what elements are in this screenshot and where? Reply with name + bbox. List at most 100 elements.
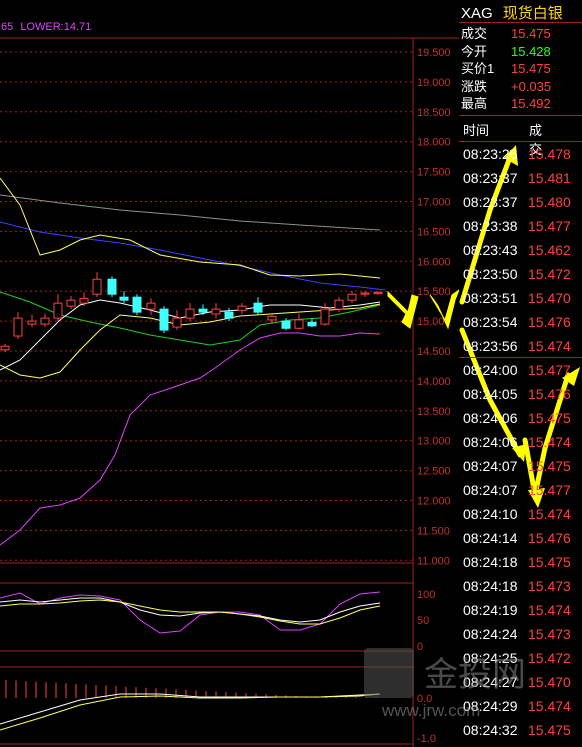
boll-upper-yellow bbox=[0, 177, 381, 279]
tick-time: 08:23:51 bbox=[463, 290, 518, 306]
quote-label: 最高 bbox=[461, 96, 488, 111]
tick-price: 15.477 bbox=[528, 218, 571, 234]
chart-area[interactable]: 19.500 19.000 18.500 18.000 17.500 17.000 16.5… bbox=[0, 0, 459, 747]
candle-down bbox=[132, 296, 142, 313]
tick-price: 15.475 bbox=[528, 410, 571, 426]
candle-down bbox=[224, 311, 234, 319]
tick-price: 15.462 bbox=[528, 242, 571, 258]
tick-price: 15.481 bbox=[528, 170, 571, 186]
tick-time: 08:24:32 bbox=[463, 722, 518, 738]
tick-row[interactable]: 08:23:51 15.470 bbox=[463, 286, 581, 310]
tick-row[interactable]: 08:24:06 15.474 bbox=[463, 430, 581, 454]
candle-up bbox=[172, 317, 182, 328]
tick-row[interactable]: 08:24:14 15.476 bbox=[463, 526, 581, 550]
axis-tick-label: 14.000 bbox=[417, 376, 451, 388]
candle-down bbox=[253, 302, 263, 313]
osc-tick-label: 50 bbox=[417, 615, 429, 627]
candle-up bbox=[185, 308, 195, 319]
axis-tick-label: 13.500 bbox=[417, 406, 451, 418]
candle-down bbox=[159, 308, 169, 331]
tick-price: 15.474 bbox=[528, 434, 571, 450]
tick-price: 15.476 bbox=[528, 530, 571, 546]
tick-row[interactable]: 08:23:56 15.474 bbox=[463, 334, 581, 358]
tick-price: 15.472 bbox=[528, 266, 571, 282]
candle-up bbox=[320, 308, 330, 325]
tick-time: 08:23:43 bbox=[463, 242, 518, 258]
axis-tick-label: 16.000 bbox=[417, 256, 451, 268]
quote-value: 15.475 bbox=[511, 26, 551, 41]
tick-row[interactable]: 08:24:18 15.473 bbox=[463, 574, 581, 598]
divider bbox=[459, 115, 582, 116]
axis-tick-label: 18.500 bbox=[417, 107, 451, 119]
ticks-header-time: 时间 bbox=[463, 123, 490, 138]
tick-row[interactable]: 08:24:07 15.475 bbox=[463, 454, 581, 478]
candle-up bbox=[13, 317, 23, 337]
tick-time: 08:24:10 bbox=[463, 506, 518, 522]
watermark-logo-icon bbox=[364, 648, 414, 698]
tick-row[interactable]: 08:24:07 15.477 bbox=[463, 478, 581, 502]
quote-row: 今开 15.428 bbox=[461, 44, 581, 60]
candle-up bbox=[334, 299, 344, 310]
candle-up bbox=[211, 308, 221, 315]
tick-row[interactable]: 08:24:06 15.475 bbox=[463, 406, 581, 430]
tick-time: 08:24:18 bbox=[463, 578, 518, 594]
tick-price: 15.474 bbox=[528, 602, 571, 618]
tick-row[interactable]: 08:24:18 15.475 bbox=[463, 550, 581, 574]
tick-price: 15.474 bbox=[528, 506, 571, 522]
axis-tick-label: 11.500 bbox=[417, 525, 450, 537]
tick-time: 08:23:56 bbox=[463, 338, 518, 354]
divider bbox=[459, 22, 582, 23]
tick-time: 08:24:07 bbox=[463, 458, 518, 474]
tick-row[interactable]: 08:23:54 15.476 bbox=[463, 310, 581, 334]
quote-value: 15.492 bbox=[511, 96, 551, 111]
tick-row[interactable]: 08:23:50 15.472 bbox=[463, 262, 581, 286]
quote-label: 涨跌 bbox=[461, 78, 488, 94]
ticks-header: 时间 成交 bbox=[463, 120, 542, 157]
tick-price: 15.477 bbox=[528, 482, 571, 498]
candlestick-series bbox=[0, 272, 383, 353]
quote-label: 今开 bbox=[461, 43, 488, 59]
tick-row[interactable]: 08:23:38 15.477 bbox=[463, 214, 581, 238]
tick-row[interactable]: 08:23:37 15.481 bbox=[463, 166, 581, 190]
candle-up bbox=[53, 302, 63, 319]
tick-time: 08:24:24 bbox=[463, 626, 518, 642]
tick-price: 15.473 bbox=[528, 626, 571, 642]
tick-row[interactable]: 08:23:37 15.480 bbox=[463, 190, 581, 214]
candle-down bbox=[107, 278, 117, 295]
axis-tick-label: 15.500 bbox=[417, 286, 451, 298]
candle-up bbox=[40, 317, 50, 325]
tick-row[interactable]: 08:24:24 15.473 bbox=[463, 622, 581, 646]
legend-lower: LOWER:14.71 bbox=[20, 21, 92, 33]
quote-panel: XAG 现货白银 成交 15.475 今开 15.428 买价1 15.475 涨跌 +0.03… bbox=[459, 0, 582, 747]
quote-label: 买价1 bbox=[461, 61, 495, 76]
candle-up bbox=[27, 320, 37, 325]
tick-row[interactable]: 08:24:05 15.476 bbox=[463, 382, 581, 406]
macd-dif-line bbox=[0, 693, 381, 725]
tick-row[interactable]: 08:24:19 15.474 bbox=[463, 598, 581, 622]
candle-up bbox=[347, 293, 357, 301]
watermark: 金投网 www.jrw.com bbox=[362, 644, 562, 720]
quote-value: 15.475 bbox=[511, 61, 551, 76]
tick-row[interactable]: 08:23:26 15.478 bbox=[463, 142, 581, 166]
macd-dea-line bbox=[0, 693, 381, 731]
tick-row[interactable]: 08:24:00 15.477 bbox=[463, 358, 581, 382]
tick-time: 08:23:50 bbox=[463, 266, 518, 282]
tick-time: 08:23:38 bbox=[463, 218, 518, 234]
candle-down bbox=[307, 321, 317, 327]
tick-time: 08:23:54 bbox=[463, 314, 518, 330]
tick-time: 08:24:07 bbox=[463, 482, 518, 498]
watermark-url: www.jrw.com bbox=[381, 701, 480, 719]
instrument-name: 现货白银 bbox=[502, 5, 563, 22]
tick-row[interactable]: 08:24:32 15.475 bbox=[463, 718, 581, 742]
tick-row[interactable]: 08:23:43 15.462 bbox=[463, 238, 581, 262]
axis-tick-label: 18.000 bbox=[417, 137, 451, 149]
axis-tick-label: 12.000 bbox=[417, 496, 451, 508]
instrument-title: XAG 现货白银 bbox=[461, 2, 563, 23]
quote-row: 最高 15.492 bbox=[461, 96, 581, 112]
tick-price: 15.475 bbox=[528, 722, 571, 738]
tick-price: 15.474 bbox=[528, 338, 571, 354]
watermark-brand: 金投网 bbox=[424, 656, 526, 694]
candle-up bbox=[66, 299, 76, 307]
candle-up bbox=[294, 319, 304, 329]
tick-row[interactable]: 08:24:10 15.474 bbox=[463, 502, 581, 526]
